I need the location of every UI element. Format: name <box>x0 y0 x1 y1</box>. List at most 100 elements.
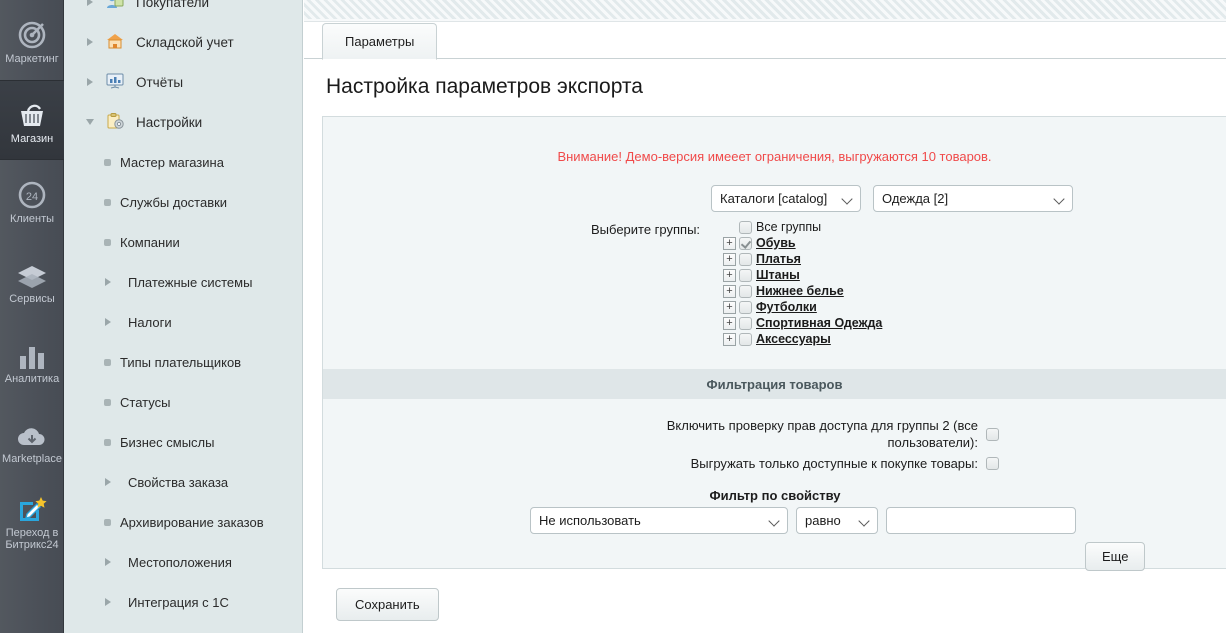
group-checkbox[interactable] <box>739 253 752 266</box>
rail-item-shop[interactable]: Магазин <box>0 80 64 160</box>
tab-strip: Параметры <box>304 23 1226 59</box>
svg-text:24: 24 <box>26 191 38 203</box>
sidebar-item-4[interactable]: Мастер магазина <box>64 142 303 182</box>
bar-chart-icon <box>17 336 47 370</box>
sidebar-item-7[interactable]: Платежные системы <box>64 262 303 302</box>
group-link[interactable]: Обувь <box>756 236 796 250</box>
top-strip <box>304 0 1226 20</box>
iblock-selectors-row: Каталоги [catalog] Одежда [2] <box>711 185 1073 212</box>
expand-plus-icon[interactable]: + <box>723 333 736 346</box>
group-link[interactable]: Спортивная Одежда <box>756 316 882 330</box>
more-button[interactable]: Еще <box>1085 542 1145 571</box>
property-select[interactable]: Не использовать <box>530 507 788 534</box>
group-checkbox[interactable] <box>739 285 752 298</box>
group-checkbox[interactable] <box>739 301 752 314</box>
group-row-3: + Нижнее белье <box>723 283 882 299</box>
sidebar-item-14[interactable]: Местоположения <box>64 542 303 582</box>
bullet-icon <box>104 159 111 166</box>
rail-item-clients[interactable]: 24 Клиенты <box>0 160 64 240</box>
rail-item-analytics[interactable]: Аналитика <box>0 320 64 400</box>
property-filter-title: Фильтр по свойству <box>323 488 1226 503</box>
sidebar-item-label: Статусы <box>120 395 170 410</box>
group-row-4: + Футболки <box>723 299 882 315</box>
operator-select[interactable]: равно <box>796 507 878 534</box>
chevron-right-icon[interactable] <box>100 274 116 290</box>
chevron-right-icon[interactable] <box>100 554 116 570</box>
sidebar-item-11[interactable]: Бизнес смыслы <box>64 422 303 462</box>
sidebar-item-label: Отчёты <box>136 75 183 90</box>
group-row-6: + Аксессуары <box>723 331 882 347</box>
group-link[interactable]: Футболки <box>756 300 817 314</box>
app-root: Маркетинг Магазин 24 Клиенты <box>0 0 1226 633</box>
sidebar-item-12[interactable]: Свойства заказа <box>64 462 303 502</box>
settings-tree-sidebar: Покупатели Складской учет Отчёты Настройки М… <box>64 0 303 633</box>
group-checkbox[interactable] <box>739 269 752 282</box>
tab-label: Параметры <box>345 34 414 49</box>
chevron-down-icon[interactable] <box>82 114 98 130</box>
expand-plus-icon[interactable]: + <box>723 237 736 250</box>
tab-parameters[interactable]: Параметры <box>322 23 437 60</box>
rail-item-marketplace[interactable]: Marketplace <box>0 400 64 480</box>
chevron-right-icon[interactable] <box>82 74 98 90</box>
chevron-right-icon[interactable] <box>82 34 98 50</box>
sidebar-item-label: Мастер магазина <box>120 155 224 170</box>
settings-icon <box>106 113 126 131</box>
rail-label: Клиенты <box>8 213 56 225</box>
sidebar-item-3[interactable]: Настройки <box>64 102 303 142</box>
chevron-right-icon[interactable] <box>100 314 116 330</box>
sidebar-item-10[interactable]: Статусы <box>64 382 303 422</box>
expand-plus-icon[interactable]: + <box>723 253 736 266</box>
rail-item-bitrix24[interactable]: Переход в Битрикс24 <box>0 480 64 560</box>
sidebar-item-label: Покупатели <box>136 0 209 10</box>
bullet-icon <box>104 239 111 246</box>
sidebar-item-label: Свойства заказа <box>128 475 228 490</box>
expand-plus-icon[interactable]: + <box>723 285 736 298</box>
export-settings-panel: Внимание! Демо-версия имееет ограничения… <box>322 116 1226 569</box>
chevron-right-icon[interactable] <box>82 0 98 10</box>
rail-label: Marketplace <box>0 453 64 465</box>
rail-label: Сервисы <box>7 293 57 305</box>
only-available-row: Выгружать только доступные к покупке тов… <box>363 455 1003 472</box>
expand-plus-icon[interactable]: + <box>723 269 736 282</box>
sidebar-item-8[interactable]: Налоги <box>64 302 303 342</box>
iblock-select[interactable]: Каталоги [catalog] <box>711 185 861 212</box>
group-link[interactable]: Аксессуары <box>756 332 831 346</box>
save-button[interactable]: Сохранить <box>336 588 439 621</box>
sidebar-item-label: Местоположения <box>128 555 232 570</box>
sidebar-item-15[interactable]: Интеграция с 1С <box>64 582 303 622</box>
rail-item-services[interactable]: Сервисы <box>0 240 64 320</box>
property-select-wrap: Не использовать <box>530 507 788 534</box>
sidebar-item-label: Компании <box>120 235 180 250</box>
bullet-icon <box>104 439 111 446</box>
chevron-right-icon[interactable] <box>100 594 116 610</box>
sidebar-item-0[interactable]: Покупатели <box>64 0 303 22</box>
sidebar-item-1[interactable]: Складской учет <box>64 22 303 62</box>
filtering-section-title: Фильтрация товаров <box>707 377 843 392</box>
group-link[interactable]: Нижнее белье <box>756 284 844 298</box>
expand-plus-icon[interactable]: + <box>723 317 736 330</box>
group-checkbox[interactable] <box>739 317 752 330</box>
group-link[interactable]: Платья <box>756 252 801 266</box>
sidebar-item-2[interactable]: Отчёты <box>64 62 303 102</box>
group-checkbox[interactable] <box>739 237 752 250</box>
target-icon <box>17 16 47 50</box>
cloud-download-icon <box>15 416 49 450</box>
checkbox-check-rights[interactable] <box>986 428 999 441</box>
spacer <box>723 221 736 234</box>
checkbox-only-available[interactable] <box>986 457 999 470</box>
sidebar-item-9[interactable]: Типы плательщиков <box>64 342 303 382</box>
rail-item-marketing[interactable]: Маркетинг <box>0 0 64 80</box>
section-select[interactable]: Одежда [2] <box>873 185 1073 212</box>
sidebar-item-13[interactable]: Архивирование заказов <box>64 502 303 542</box>
group-link[interactable]: Штаны <box>756 268 800 282</box>
filter-value-input[interactable] <box>886 507 1076 534</box>
chevron-right-icon[interactable] <box>100 474 116 490</box>
sidebar-item-16[interactable]: Печатные формы <box>64 622 303 633</box>
expand-plus-icon[interactable]: + <box>723 301 736 314</box>
checkbox-all-groups[interactable] <box>739 221 752 234</box>
group-checkbox[interactable] <box>739 333 752 346</box>
left-icon-rail: Маркетинг Магазин 24 Клиенты <box>0 0 64 633</box>
sidebar-item-5[interactable]: Службы доставки <box>64 182 303 222</box>
sidebar-item-label: Бизнес смыслы <box>120 435 215 450</box>
sidebar-item-6[interactable]: Компании <box>64 222 303 262</box>
